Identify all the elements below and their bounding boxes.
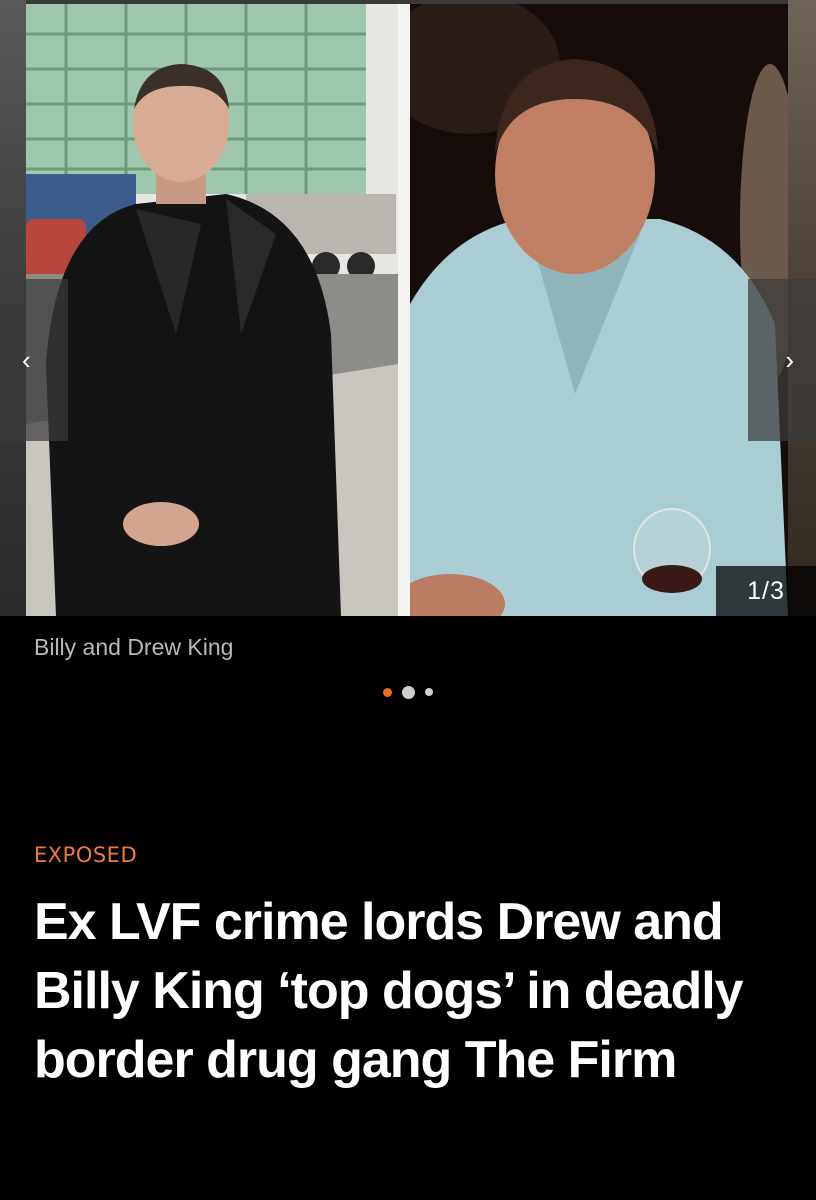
gallery-prev-button[interactable]: ‹ [0,279,68,441]
gallery-next-button[interactable]: › [748,279,816,441]
photo-billy-king [26,4,398,616]
photo-gallery[interactable]: ‹ › 1/3 [0,0,816,616]
pagination-dot-3[interactable] [425,688,433,696]
chevron-right-icon: › [785,344,794,375]
photo-divider [398,4,410,616]
gallery-counter: 1/3 [716,566,816,616]
gallery-pagination [0,682,816,702]
chevron-left-icon: ‹ [22,344,31,375]
article-headline: Ex LVF crime lords Drew and Billy King ‘… [34,893,744,1089]
photo-drew-king [410,4,788,616]
photo-caption: Billy and Drew King [34,634,234,660]
article-kicker: EXPOSED [34,843,138,867]
pagination-dot-1[interactable] [383,687,392,697]
pagination-dot-2[interactable] [402,685,415,699]
